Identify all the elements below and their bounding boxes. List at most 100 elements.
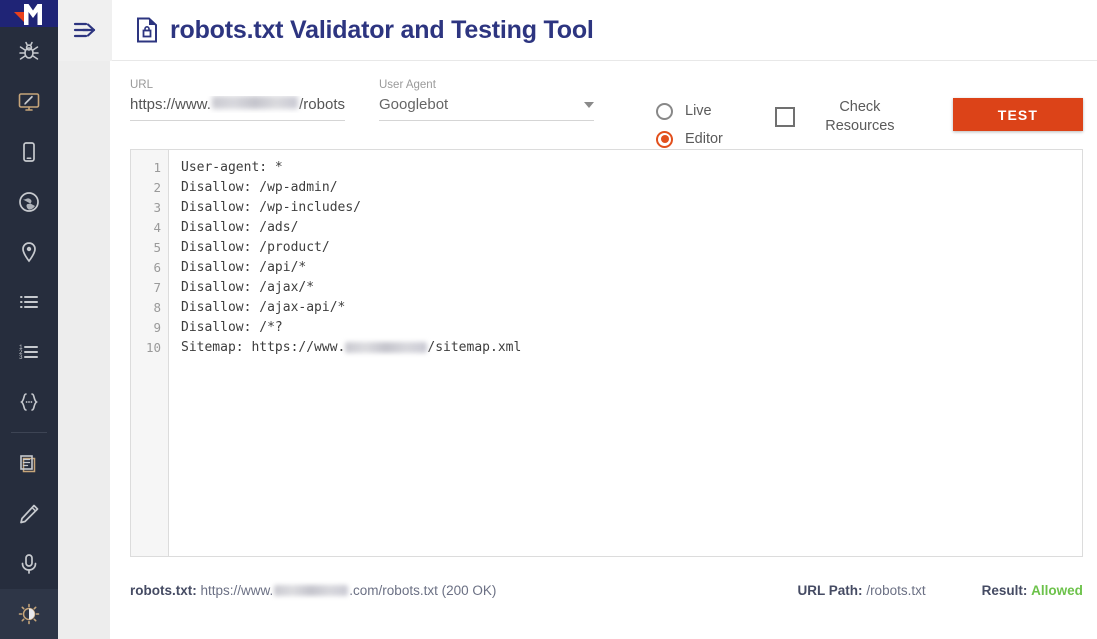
user-agent-select[interactable]: Googlebot (379, 96, 594, 121)
sidebar-item-mobile[interactable] (0, 127, 58, 177)
line-number: 5 (153, 240, 161, 255)
menu-toggle-button[interactable] (58, 0, 112, 61)
sitemap-prefix: Sitemap: https://www. (181, 340, 346, 355)
radio-editor-indicator (656, 130, 673, 148)
check-resources-checkbox[interactable] (774, 107, 795, 127)
document-copy-icon (20, 455, 36, 473)
radio-editor-label: Editor (685, 131, 723, 147)
line-number: 4 (153, 220, 161, 235)
code-line: Disallow: /product/ (181, 240, 330, 255)
chevron-down-icon (584, 101, 594, 108)
editor-code-area[interactable]: User-agent: * Disallow: /wp-admin/ Disal… (169, 150, 1082, 556)
numbered-list-icon: 1 2 3 (19, 344, 38, 361)
sidebar-icon-list: 1 2 3 (0, 27, 58, 639)
code-line: Disallow: /wp-includes/ (181, 200, 362, 215)
microphone-icon (21, 554, 37, 574)
sidebar-item-edit[interactable] (0, 489, 58, 539)
user-agent-label: User Agent (379, 79, 436, 91)
sitemap-redacted-domain (345, 342, 428, 353)
url-input[interactable]: https://www. /robots (130, 96, 345, 121)
code-line: Disallow: /*? (181, 320, 283, 335)
check-resources-label: Check Resources (823, 98, 897, 136)
sidebar-item-desktop[interactable] (0, 77, 58, 127)
radio-live-label: Live (685, 103, 712, 119)
user-agent-value: Googlebot (379, 96, 449, 113)
left-gutter (58, 61, 110, 639)
url-suffix: /robots (299, 96, 345, 113)
result-label: Result: (981, 582, 1028, 598)
sidebar-item-location[interactable] (0, 227, 58, 277)
url-path-label: URL Path: (797, 582, 863, 598)
editor-line-numbers: 1 2 3 4 5 6 7 8 9 10 (131, 150, 169, 556)
app-logo[interactable] (0, 0, 58, 27)
radio-live-indicator (656, 102, 673, 120)
app-root: 1 2 3 robots.txt Validator and Testing T… (0, 0, 1097, 639)
sidebar-item-globe[interactable] (0, 177, 58, 227)
line-number: 8 (153, 300, 161, 315)
collapse-menu-icon (73, 22, 96, 38)
check-resources-group[interactable]: Check Resources (774, 79, 897, 136)
page-title: robots.txt Validator and Testing Tool (170, 15, 594, 44)
url-redacted-domain (211, 96, 299, 109)
robots-url-redacted-domain (274, 584, 349, 596)
main-region: robots.txt Validator and Testing Tool UR… (58, 0, 1097, 639)
sidebar-item-code[interactable] (0, 377, 58, 427)
left-sidebar: 1 2 3 (0, 0, 58, 639)
line-number: 7 (153, 280, 161, 295)
location-pin-icon (22, 242, 36, 263)
line-number: 2 (153, 180, 161, 195)
radio-option-live[interactable]: Live (656, 97, 723, 125)
code-line: Disallow: /ads/ (181, 220, 299, 235)
spider-crawler-icon (19, 41, 39, 60)
code-line: Disallow: /api/* (181, 260, 307, 275)
line-number: 10 (145, 340, 161, 355)
url-input-value: https://www. /robots (130, 96, 345, 113)
line-number: 3 (153, 200, 161, 215)
desktop-edit-icon (18, 93, 40, 111)
check-resources-label-line2: Resources (825, 118, 895, 134)
url-label: URL (130, 79, 154, 91)
sidebar-item-documents[interactable] (0, 439, 58, 489)
line-number: 9 (153, 320, 161, 335)
mode-radio-group: Live Editor (656, 79, 723, 153)
robots-status: robots.txt: https://www. .com/robots.txt … (130, 583, 496, 598)
document-lock-icon (137, 17, 157, 43)
pencil-icon (20, 504, 39, 524)
sidebar-item-list[interactable] (0, 277, 58, 327)
mobile-device-icon (23, 142, 35, 162)
sidebar-divider (11, 432, 47, 433)
sidebar-item-numbered-list[interactable]: 1 2 3 (0, 327, 58, 377)
user-agent-field-group: User Agent Googlebot (379, 79, 594, 121)
brightness-toggle-icon (18, 603, 40, 625)
robots-status-label: robots.txt: (130, 582, 197, 598)
curly-braces-icon (20, 393, 38, 411)
sidebar-item-spider[interactable] (0, 27, 58, 77)
sidebar-item-voice[interactable] (0, 539, 58, 589)
robots-txt-editor[interactable]: 1 2 3 4 5 6 7 8 9 10 User-agent: * Disal… (130, 149, 1083, 557)
list-icon (20, 296, 38, 308)
url-path-status: URL Path: /robots.txt (798, 583, 926, 598)
code-line-sitemap: Sitemap: https://www. /sitemap.xml (181, 338, 1082, 358)
code-line: Disallow: /wp-admin/ (181, 180, 338, 195)
sitemap-suffix: /sitemap.xml (427, 340, 522, 355)
sidebar-item-theme-toggle[interactable] (0, 589, 58, 639)
logo-m-icon (14, 3, 42, 25)
status-footer: robots.txt: https://www. .com/robots.txt … (130, 557, 1083, 623)
code-line: Disallow: /ajax/* (181, 280, 315, 295)
controls-row: URL https://www. /robots User Agent Googl… (120, 61, 1083, 149)
robots-url-prefix: https://www. (200, 582, 274, 598)
result-status: Result: Allowed (982, 583, 1083, 598)
url-field-group: URL https://www. /robots (130, 79, 345, 121)
url-prefix: https://www. (130, 96, 211, 113)
check-resources-label-line1: Check (839, 99, 881, 115)
result-group: URL Path: /robots.txt Result: Allowed (798, 583, 1083, 598)
test-button[interactable]: TEST (952, 98, 1083, 131)
svg-text:3: 3 (19, 354, 23, 361)
line-number: 1 (153, 160, 161, 175)
code-line: Disallow: /ajax-api/* (181, 300, 346, 315)
line-number: 6 (153, 260, 161, 275)
content-panel: URL https://www. /robots User Agent Googl… (110, 61, 1097, 639)
robots-url-suffix: .com/robots.txt (200 OK) (349, 582, 497, 598)
top-bar: robots.txt Validator and Testing Tool (58, 0, 1097, 61)
globe-icon (19, 192, 39, 212)
